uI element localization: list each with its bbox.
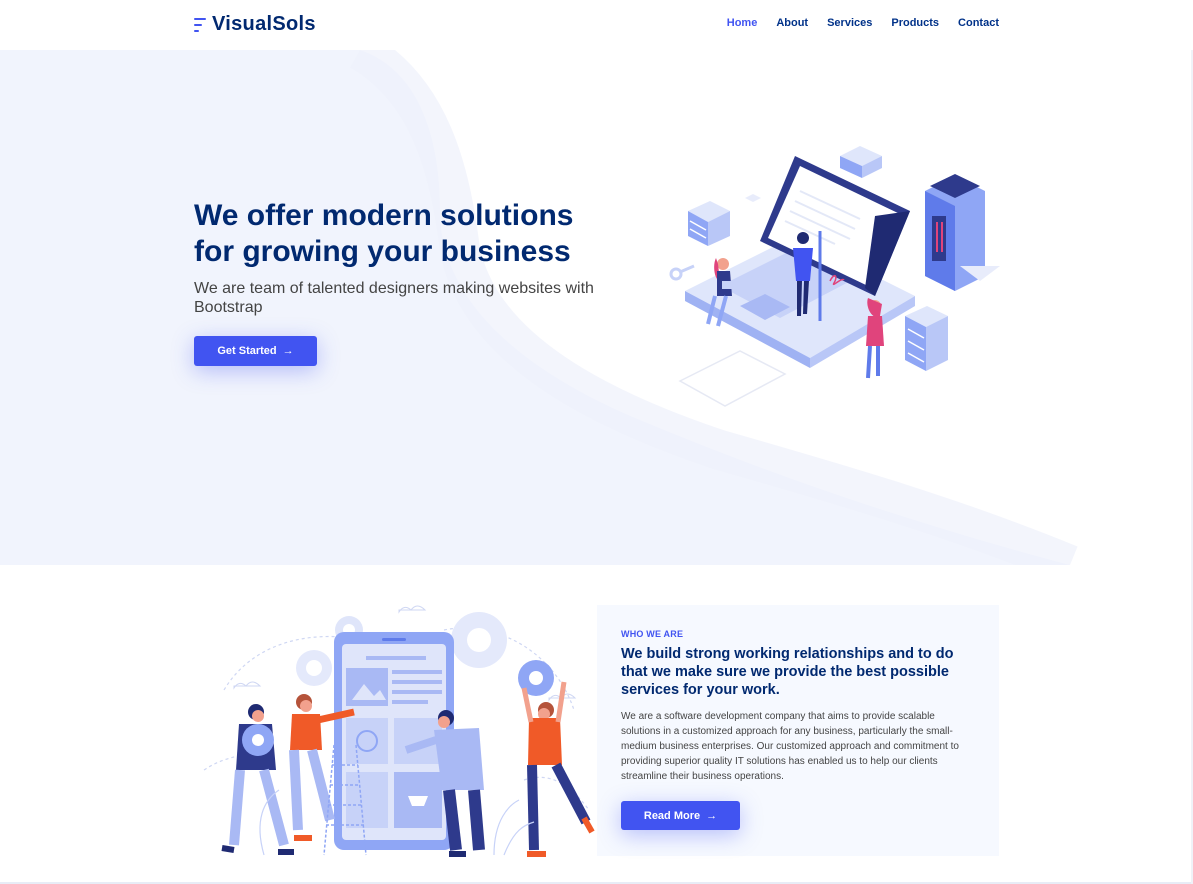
arrow-right-icon: →: [706, 809, 718, 822]
main-nav: Home About Services Products Contact: [708, 17, 999, 29]
arrow-right-icon: →: [282, 345, 294, 357]
site-header: VisualSols Home About Services Products …: [0, 0, 1193, 50]
hero-title: We offer modern solutions for growing yo…: [194, 199, 574, 268]
nav-home[interactable]: Home: [727, 17, 758, 29]
about-description: We are a software development company th…: [621, 711, 959, 782]
isometric-laptop-team-illustration: [669, 146, 1000, 407]
hero-background-wave: [0, 50, 1193, 565]
hero-subtitle: We are team of talented designers making…: [194, 280, 594, 316]
get-started-label: Get Started: [217, 345, 277, 357]
brand-name: VisualSols: [212, 13, 316, 35]
brand-logo[interactable]: VisualSols: [194, 13, 316, 36]
nav-contact[interactable]: Contact: [958, 17, 999, 29]
read-more-button[interactable]: Read More →: [621, 801, 740, 830]
about-content-box: WHO WE ARE We build strong working relat…: [597, 605, 999, 856]
about-title: We build strong working relationships an…: [621, 646, 954, 698]
section-eyebrow: WHO WE ARE: [621, 629, 684, 639]
nav-services[interactable]: Services: [827, 17, 872, 29]
read-more-label: Read More: [643, 809, 701, 822]
nav-products[interactable]: Products: [891, 17, 939, 29]
nav-about[interactable]: About: [776, 17, 808, 29]
hero-section: We offer modern solutions for growing yo…: [0, 50, 1193, 565]
team-building-app-illustration: [203, 605, 595, 857]
logo-lines-icon: [194, 16, 208, 34]
get-started-button[interactable]: Get Started →: [194, 336, 317, 366]
